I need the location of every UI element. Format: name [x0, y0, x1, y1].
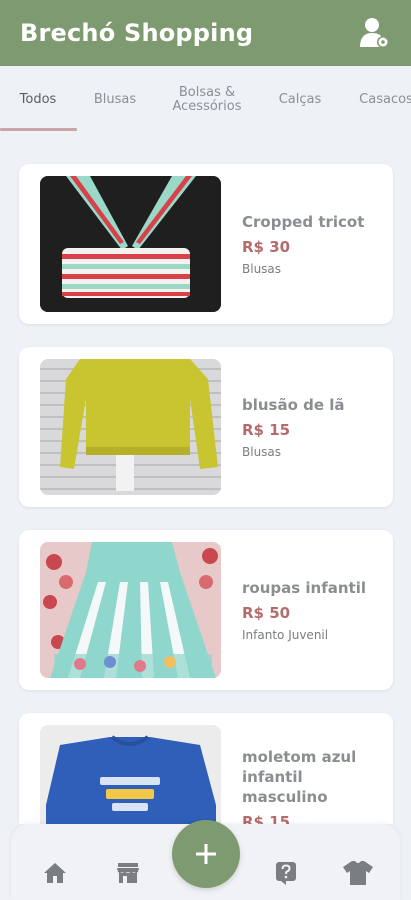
- product-price: R$ 50: [242, 604, 291, 622]
- shirt-icon: [343, 861, 373, 885]
- product-info: moletom azul infantil masculino R$ 15: [242, 713, 392, 824]
- nav-store-button[interactable]: [115, 860, 141, 886]
- product-image-moletom-azul: [40, 725, 221, 824]
- home-icon: [44, 863, 66, 883]
- tab-casacos[interactable]: Casacos: [350, 66, 411, 134]
- store-icon: [117, 863, 139, 883]
- product-info: blusão de lã R$ 15 Blusas: [242, 347, 392, 507]
- product-image-blusao-de-la: [40, 359, 221, 495]
- add-icon: [196, 844, 216, 864]
- product-image-cropped-tricot: [40, 176, 221, 312]
- product-card[interactable]: moletom azul infantil masculino R$ 15: [19, 713, 393, 824]
- product-price: R$ 30: [242, 238, 291, 256]
- app-title: Brechó Shopping: [20, 19, 254, 47]
- add-product-button[interactable]: [172, 820, 240, 888]
- help-icon: [276, 862, 296, 885]
- app-bar: Brechó Shopping: [0, 0, 411, 66]
- product-name: roupas infantil: [242, 579, 366, 597]
- product-image-roupas-infantil: [40, 542, 221, 678]
- nav-clothes-button[interactable]: [341, 860, 375, 886]
- user-settings-icon: [360, 18, 389, 48]
- product-category: Blusas: [242, 445, 282, 459]
- nav-help-button[interactable]: [273, 860, 299, 886]
- category-tabs: Todos Blusas Bolsas & Acessórios Calças …: [0, 66, 411, 134]
- product-name: moletom azul infantil masculino: [242, 748, 357, 806]
- profile-settings-button[interactable]: [359, 16, 391, 50]
- tab-blusas[interactable]: Blusas: [82, 66, 148, 134]
- product-info: Cropped tricot R$ 30 Blusas: [242, 164, 392, 324]
- product-card[interactable]: Cropped tricot R$ 30 Blusas: [19, 164, 393, 324]
- active-tab-indicator: [0, 128, 77, 131]
- tab-calcas[interactable]: Calças: [268, 66, 332, 134]
- product-category: Blusas: [242, 262, 282, 276]
- product-list[interactable]: Cropped tricot R$ 30 Blusas blusão de lã…: [0, 134, 411, 824]
- product-price: R$ 15: [242, 421, 291, 439]
- product-price: R$ 15: [242, 813, 291, 824]
- product-card[interactable]: blusão de lã R$ 15 Blusas: [19, 347, 393, 507]
- product-card[interactable]: roupas infantil R$ 50 Infanto Juvenil: [19, 530, 393, 690]
- nav-home-button[interactable]: [42, 860, 68, 886]
- tab-bolsas-acessorios[interactable]: Bolsas & Acessórios: [164, 66, 250, 134]
- product-name: blusão de lã: [242, 396, 345, 414]
- product-category: Infanto Juvenil: [242, 628, 329, 642]
- product-info: roupas infantil R$ 50 Infanto Juvenil: [242, 530, 392, 690]
- product-name: Cropped tricot: [242, 213, 365, 231]
- tab-todos[interactable]: Todos: [0, 66, 76, 134]
